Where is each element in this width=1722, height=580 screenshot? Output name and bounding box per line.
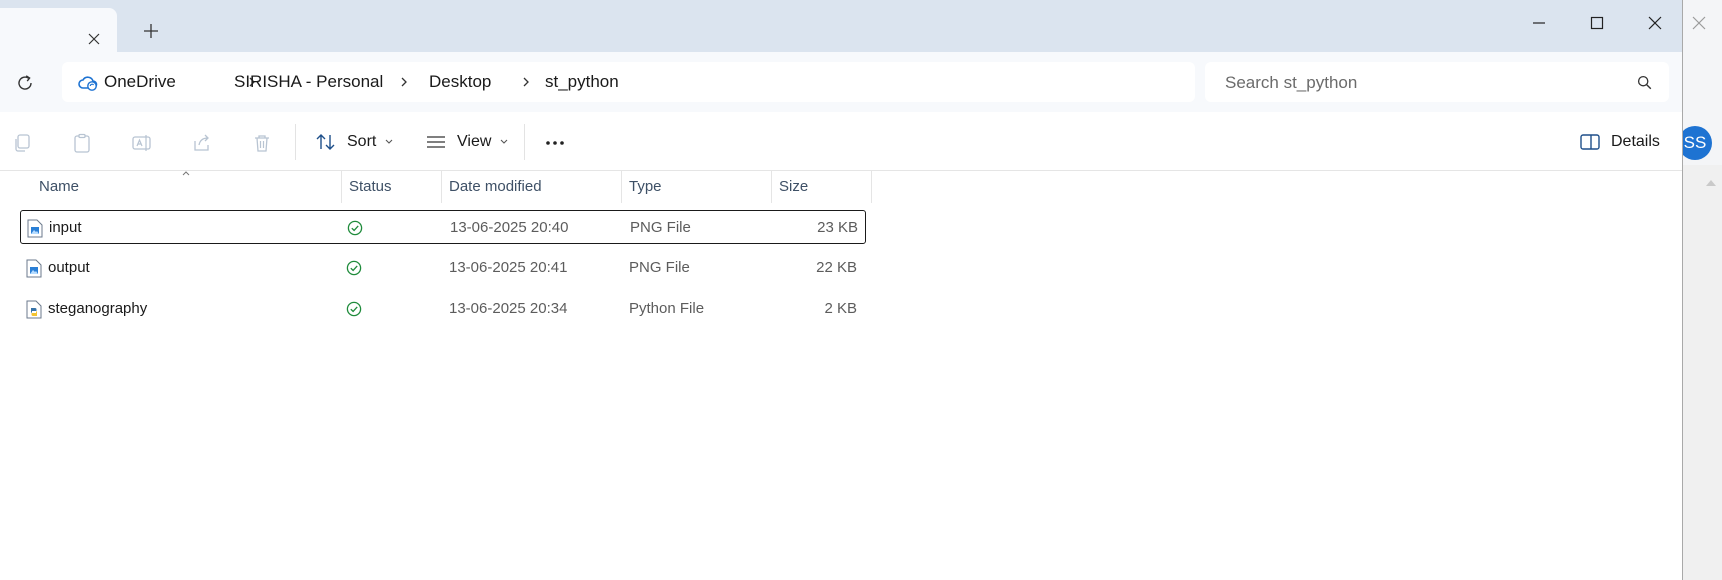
rename-icon[interactable] [131,132,153,154]
breadcrumb-desktop[interactable]: Desktop [429,72,491,92]
column-divider[interactable] [441,171,442,203]
toolbar-divider [295,124,296,160]
plus-icon[interactable] [142,22,160,40]
search-input[interactable] [1223,62,1627,104]
column-header-size[interactable]: Size [779,171,808,203]
chevron-right-icon[interactable] [398,76,410,88]
sort-icon [316,134,335,150]
file-row[interactable]: input 13-06-2025 20:40 PNG File 23 KB [20,210,866,244]
sort-label: Sort [347,133,377,150]
address-row: OneDrive SIRISHA - Personal Desktop st_p… [0,52,1682,112]
title-bar [0,0,1682,52]
column-header-date-modified[interactable]: Date modified [449,171,542,203]
chevron-right-icon[interactable] [520,76,532,88]
file-size: 22 KB [816,259,857,276]
file-size: 23 KB [817,219,858,236]
breadcrumb-onedrive[interactable]: OneDrive [104,72,176,92]
view-icon [427,136,445,148]
avatar[interactable]: SS [1678,126,1712,160]
file-date-modified: 13-06-2025 20:41 [449,259,568,276]
file-name: input [49,219,82,236]
sync-status-ok-icon [346,260,362,276]
png-file-icon [26,259,42,278]
png-file-icon [27,219,43,238]
share-icon[interactable] [191,132,213,154]
file-type: PNG File [630,219,691,236]
toolbar-divider [524,124,525,160]
column-header-type[interactable]: Type [629,171,662,203]
command-bar: Sort View Details [0,112,1682,171]
column-header-name[interactable]: Name [39,171,79,203]
file-name: steganography [48,300,148,317]
file-date-modified: 13-06-2025 20:34 [449,300,568,317]
address-bar[interactable]: OneDrive SIRISHA - Personal Desktop st_p… [62,62,1195,102]
background-scrollbar[interactable] [1682,165,1722,580]
close-icon[interactable] [86,31,102,47]
more-icon[interactable] [544,132,566,154]
details-pane-icon [1580,134,1600,150]
column-divider[interactable] [341,171,342,203]
scroll-up-arrow-icon[interactable] [1706,180,1716,186]
file-type: Python File [629,300,705,317]
sort-button[interactable]: Sort [315,124,394,160]
search-icon[interactable] [1637,75,1652,90]
file-size: 2 KB [824,300,857,317]
close-window-icon[interactable] [1642,10,1668,36]
tab-st-python[interactable] [0,8,117,52]
column-headers: Name Status Date modified Type Size [0,171,872,203]
search-box[interactable] [1205,62,1669,104]
file-explorer-window: OneDrive SIRISHA - Personal Desktop st_p… [0,0,1683,580]
breadcrumb-sirisha-personal[interactable]: SIRISHA - Personal [234,72,383,92]
sync-status-ok-icon [346,301,362,317]
chevron-down-icon [501,139,508,144]
python-file-icon [26,300,42,319]
file-name: output [48,259,90,276]
breadcrumb-st-python[interactable]: st_python [545,72,619,92]
details-label: Details [1611,133,1660,150]
file-row[interactable]: steganography 13-06-2025 20:34 Python Fi… [20,292,866,326]
details-button[interactable]: Details [1579,124,1660,160]
file-row[interactable]: output 13-06-2025 20:41 PNG File 22 KB [20,251,866,285]
file-date-modified: 13-06-2025 20:40 [450,219,569,236]
background-close-icon[interactable] [1690,14,1708,32]
paste-icon[interactable] [71,132,93,154]
view-button[interactable]: View [425,124,509,160]
copy-icon[interactable] [12,132,34,154]
file-type: PNG File [629,259,690,276]
onedrive-cloud-icon [78,76,98,91]
column-divider[interactable] [871,171,872,203]
column-divider[interactable] [771,171,772,203]
sort-ascending-icon [182,171,190,176]
maximize-icon[interactable] [1584,10,1610,36]
column-header-status[interactable]: Status [349,171,392,203]
delete-icon[interactable] [251,132,273,154]
view-label: View [457,133,492,150]
sync-status-ok-icon [347,220,363,236]
chevron-down-icon [385,139,393,144]
column-divider[interactable] [621,171,622,203]
refresh-icon[interactable] [14,72,36,94]
minimize-icon[interactable] [1526,10,1552,36]
